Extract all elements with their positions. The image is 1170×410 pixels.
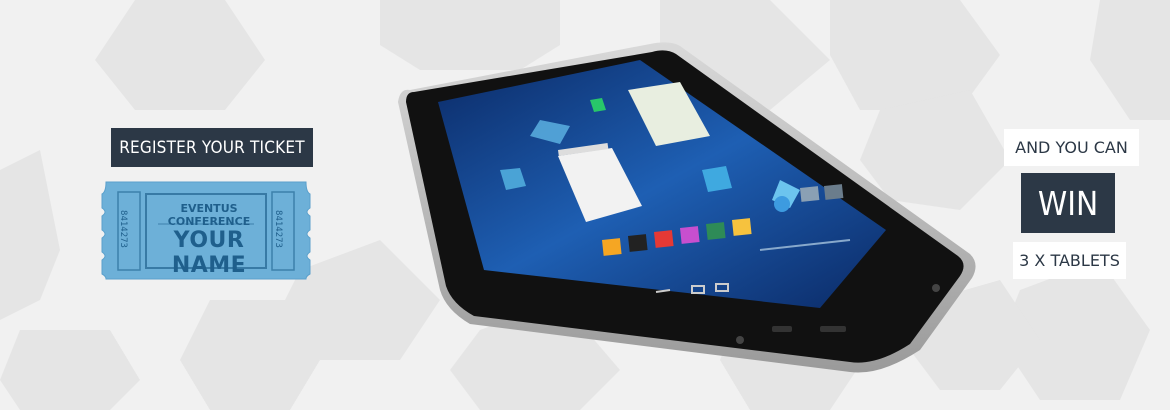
ticket-serial-right: 8414273 [272, 210, 283, 248]
win-label[interactable]: WIN [1021, 173, 1115, 233]
tablet-device-image [398, 42, 976, 373]
ticket-title: EVENTUS CONFERENCE [167, 202, 251, 228]
register-ticket-label[interactable]: REGISTER YOUR TICKET [111, 128, 313, 167]
ticket-serial-left: 8414273 [117, 210, 128, 248]
tablets-label: 3 X TABLETS [1013, 242, 1126, 279]
and-you-can-label: AND YOU CAN [1004, 129, 1139, 166]
ticket-name: YOUR NAME [171, 228, 247, 278]
